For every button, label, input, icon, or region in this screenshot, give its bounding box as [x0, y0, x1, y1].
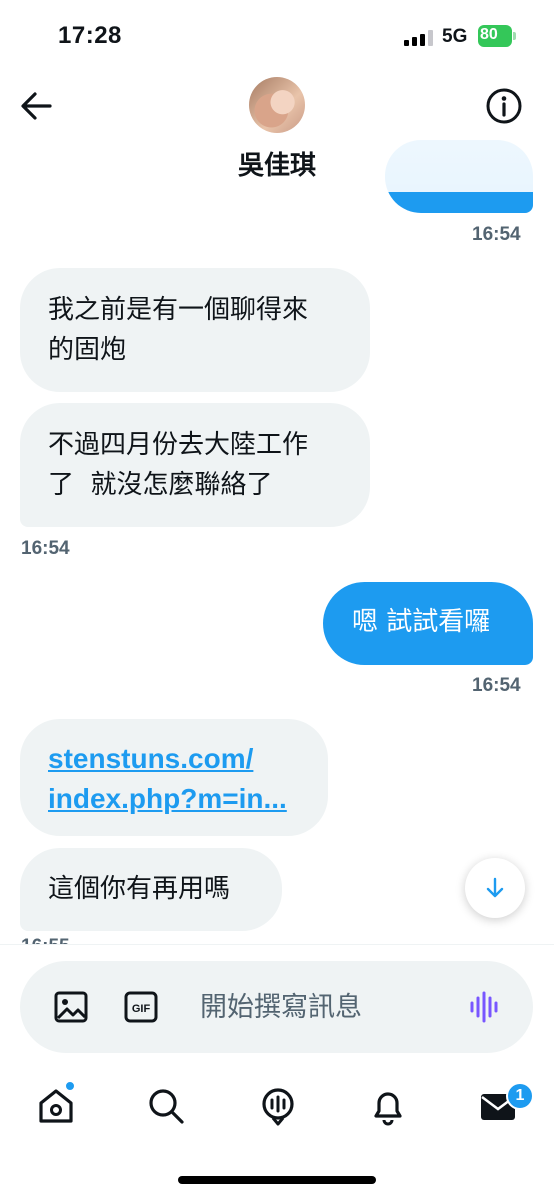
messages-badge: 1 [506, 1082, 534, 1110]
home-icon [39, 1089, 73, 1123]
microphone-icon [262, 1088, 294, 1126]
home-notification-dot [64, 1080, 76, 1092]
back-button[interactable] [14, 84, 58, 128]
message-bubble-incoming[interactable]: 不過四月份去大陸工作 了 就沒怎麼聯絡了 [20, 403, 370, 527]
tab-notifications[interactable] [364, 1082, 412, 1130]
voice-waveform-icon [470, 991, 498, 1023]
avatar[interactable] [249, 77, 305, 133]
message-input-placeholder[interactable]: 開始撰寫訊息 [200, 985, 362, 1024]
search-icon [149, 1089, 184, 1124]
info-button[interactable] [482, 84, 526, 128]
battery-icon: 80 [478, 25, 516, 47]
image-button[interactable] [51, 987, 91, 1027]
message-bubble-outgoing[interactable]: 嗯 試試看囉 [323, 582, 533, 665]
message-composer[interactable]: GIF 開始撰寫訊息 [20, 961, 533, 1053]
home-indicator [178, 1176, 376, 1184]
link-text[interactable]: index.php?m=in... [48, 779, 300, 819]
network-label: 5G [442, 26, 468, 47]
bell-icon [374, 1092, 402, 1126]
battery-level: 80 [480, 26, 498, 43]
gif-icon: GIF [124, 991, 158, 1023]
message-text-line: 不過四月份去大陸工作 [48, 430, 309, 460]
message-text-line: 我之前是有一個聊得來 [48, 295, 309, 325]
message-text-line: 的固炮 [48, 335, 127, 365]
tab-search[interactable] [142, 1082, 190, 1130]
tab-spaces[interactable] [254, 1082, 302, 1130]
message-bubble-incoming[interactable]: 我之前是有一個聊得來 的固炮 [20, 268, 370, 392]
message-timestamp: 16:54 [472, 224, 521, 245]
svg-text:GIF: GIF [132, 1003, 151, 1015]
message-timestamp: 16:54 [21, 538, 70, 559]
status-bar: 17:28 5G 80 [0, 0, 554, 70]
contact-name[interactable]: 吳佳琪 [0, 145, 554, 182]
signal-icon [404, 30, 434, 46]
message-bubble-link[interactable]: stenstuns.com/ index.php?m=in... [20, 719, 328, 836]
link-text[interactable]: stenstuns.com/ [48, 739, 300, 779]
arrow-down-icon [486, 877, 504, 898]
arrow-left-icon [21, 92, 52, 120]
message-text: 嗯 試試看囉 [352, 607, 491, 637]
message-bubble-incoming[interactable]: 這個你有再用嗎 [20, 848, 282, 931]
status-time: 17:28 [58, 22, 122, 49]
info-icon [486, 88, 522, 124]
gif-button[interactable]: GIF [121, 987, 161, 1027]
scroll-to-bottom-button[interactable] [465, 858, 525, 918]
message-text-line: 了 就沒怎麼聯絡了 [48, 470, 273, 500]
voice-message-button[interactable] [464, 987, 504, 1027]
message-timestamp: 16:54 [472, 675, 521, 696]
image-icon [54, 991, 88, 1023]
message-text: 這個你有再用嗎 [48, 874, 231, 904]
